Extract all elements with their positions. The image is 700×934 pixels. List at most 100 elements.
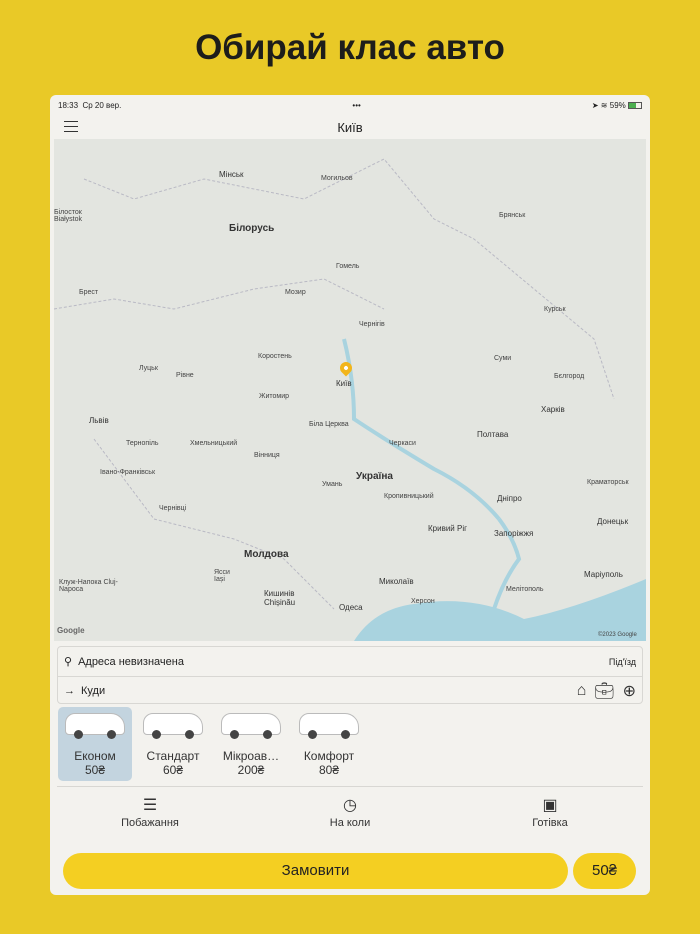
arrow-right-icon: → (64, 685, 75, 697)
wishes-button[interactable]: ☰ Побажання (90, 795, 210, 829)
car-class-price: 80₴ (318, 763, 340, 777)
map-label-mozyr: Мозир (285, 289, 306, 296)
map-label-kramatorsk: Краматорськ (587, 479, 629, 486)
app-screen: 18:33 Ср 20 вер. ••• ➤ ≋ 59% Київ Мінськ… (50, 95, 650, 895)
page-title: Київ (337, 119, 363, 135)
map-label-lutsk: Луцьк (139, 365, 158, 372)
map-label-zaporizhzhia: Запоріжжя (494, 529, 534, 538)
map-label-cluj: Клуж-Напока Cluj-Napoca (59, 579, 118, 593)
map-label-chernivtsi: Чернівці (159, 505, 187, 512)
map-label-kharkiv: Харків (541, 405, 565, 414)
map-label-korosten: Коростень (258, 353, 292, 360)
map-label-rivne: Рівне (176, 372, 194, 379)
multitask-dots-icon[interactable]: ••• (352, 101, 360, 110)
map-label-bryansk: Брянськ (499, 212, 526, 219)
map-label-mykolaiv: Миколаїв (379, 577, 414, 586)
map-label-kherson: Херсон (411, 598, 435, 605)
car-image (65, 713, 125, 739)
map-label-odesa: Одеса (339, 603, 363, 612)
headline: Обирай клас авто (195, 28, 505, 67)
map-label-moldova: Молдова (244, 549, 289, 560)
map-label-iasi: Ясси Iași (214, 569, 230, 583)
map-label-bila-tserkva: Біла Церква (309, 421, 349, 428)
car-class-name: Мікроав… (222, 749, 280, 763)
pickup-field[interactable]: ⚲ Адреса невизначена Під'їзд (58, 647, 642, 676)
map[interactable]: Мінськ Могильов Білорусь Білосток Białys… (54, 139, 646, 641)
map-label-kursk: Курськ (544, 306, 566, 313)
car-image (299, 713, 359, 739)
map-label-kryvyi-rih: Кривий Ріг (428, 524, 468, 533)
order-options: ☰ Побажання ◷ На коли ▣ Готівка (50, 795, 650, 829)
car-class-list: Економ 50₴ Стандарт 60₴ Мікроав… 200₴ Комфо… (58, 707, 366, 781)
map-label-ternopil: Тернопіль (126, 440, 159, 447)
map-label-mariupol: Маріуполь (584, 570, 623, 579)
entrance-button[interactable]: Під'їзд (609, 657, 636, 667)
clock-icon: ◷ (343, 797, 357, 814)
map-label-belgorod: Бєлгород (554, 373, 585, 380)
status-bar: 18:33 Ср 20 вер. ••• ➤ ≋ 59% (50, 95, 650, 115)
list-icon: ☰ (142, 797, 158, 814)
map-label-uman: Умань (322, 481, 343, 488)
map-label-poltava: Полтава (477, 430, 509, 439)
map-label-khmelnytskyi: Хмельницький (190, 440, 238, 447)
map-label-cherkasy: Черкаси (389, 440, 416, 447)
map-copyright[interactable]: ©2023 Google (598, 632, 637, 638)
car-image (143, 713, 203, 739)
schedule-label: На коли (329, 817, 371, 829)
wishes-label: Побажання (121, 817, 179, 829)
map-label-donetsk: Донецьк (597, 517, 629, 526)
menu-icon[interactable] (64, 121, 78, 132)
car-class-standard[interactable]: Стандарт 60₴ (136, 707, 210, 781)
home-icon[interactable]: ⌂ (577, 682, 587, 700)
status-time: 18:33 (58, 100, 79, 110)
map-label-mogilev: Могильов (321, 175, 353, 182)
map-label-ukraine: Україна (356, 471, 393, 482)
address-panel: ⚲ Адреса невизначена Під'їзд → Куди ⌂ 💼︎… (57, 646, 643, 704)
map-label-chernihiv: Чернігів (359, 321, 385, 328)
car-class-econom[interactable]: Економ 50₴ (58, 707, 132, 781)
map-label-brest: Брест (79, 289, 99, 296)
nav-bar: Київ (50, 115, 650, 139)
map-label-minsk: Мінськ (219, 170, 244, 179)
map-water (54, 158, 646, 641)
schedule-button[interactable]: ◷ На коли (290, 795, 410, 829)
wallet-icon: ▣ (542, 797, 558, 814)
map-label-lviv: Львів (89, 416, 109, 425)
map-label-sumy: Суми (494, 355, 512, 362)
divider (57, 786, 643, 787)
map-label-belarus: Білорусь (229, 223, 275, 234)
battery-icon (628, 101, 642, 109)
map-label-bialystok: Білосток Białystok (54, 209, 83, 223)
order-button[interactable]: Замовити (63, 853, 568, 889)
add-circle-icon[interactable]: ⊕ (623, 681, 636, 701)
map-label-ivano-frankivsk: Івано-Франківськ (100, 469, 156, 476)
destination-placeholder: Куди (81, 685, 106, 697)
car-class-comfort[interactable]: Комфорт 80₴ (292, 707, 366, 781)
price-button[interactable]: 50₴ (573, 853, 636, 889)
car-class-price: 200₴ (237, 763, 265, 777)
wifi-icon: ➤ ≋ (591, 100, 608, 110)
map-label-gomel: Гомель (336, 263, 360, 270)
car-class-price: 60₴ (162, 763, 184, 777)
status-date: Ср 20 вер. (82, 100, 122, 110)
car-class-name: Комфорт (303, 749, 355, 763)
destination-field[interactable]: → Куди ⌂ 💼︎ ⊕ (58, 676, 642, 705)
briefcase-icon[interactable]: 💼︎ (594, 681, 614, 701)
map-label-zhytomyr: Житомир (259, 393, 290, 400)
google-logo[interactable]: Google (57, 626, 85, 635)
payment-button[interactable]: ▣ Готівка (490, 795, 610, 829)
pin-icon: ⚲ (64, 656, 73, 668)
map-label-kyiv: Київ (336, 379, 352, 388)
battery-percent: 59% (609, 100, 626, 110)
map-label-vinnytsia: Вінниця (254, 452, 280, 459)
map-label-dnipro: Дніпро (497, 494, 522, 503)
car-class-name: Стандарт (146, 749, 200, 763)
map-label-chisinau: Кишинів Chișinău (264, 589, 296, 607)
map-label-kropyvnytskyi: Кропивницький (384, 493, 434, 500)
map-label-melitopol: Мелітополь (506, 586, 544, 593)
car-class-minivan[interactable]: Мікроав… 200₴ (214, 707, 288, 781)
pickup-address: Адреса невизначена (78, 655, 184, 668)
payment-label: Готівка (532, 817, 568, 829)
car-image (221, 713, 281, 739)
car-class-name: Економ (74, 749, 116, 763)
